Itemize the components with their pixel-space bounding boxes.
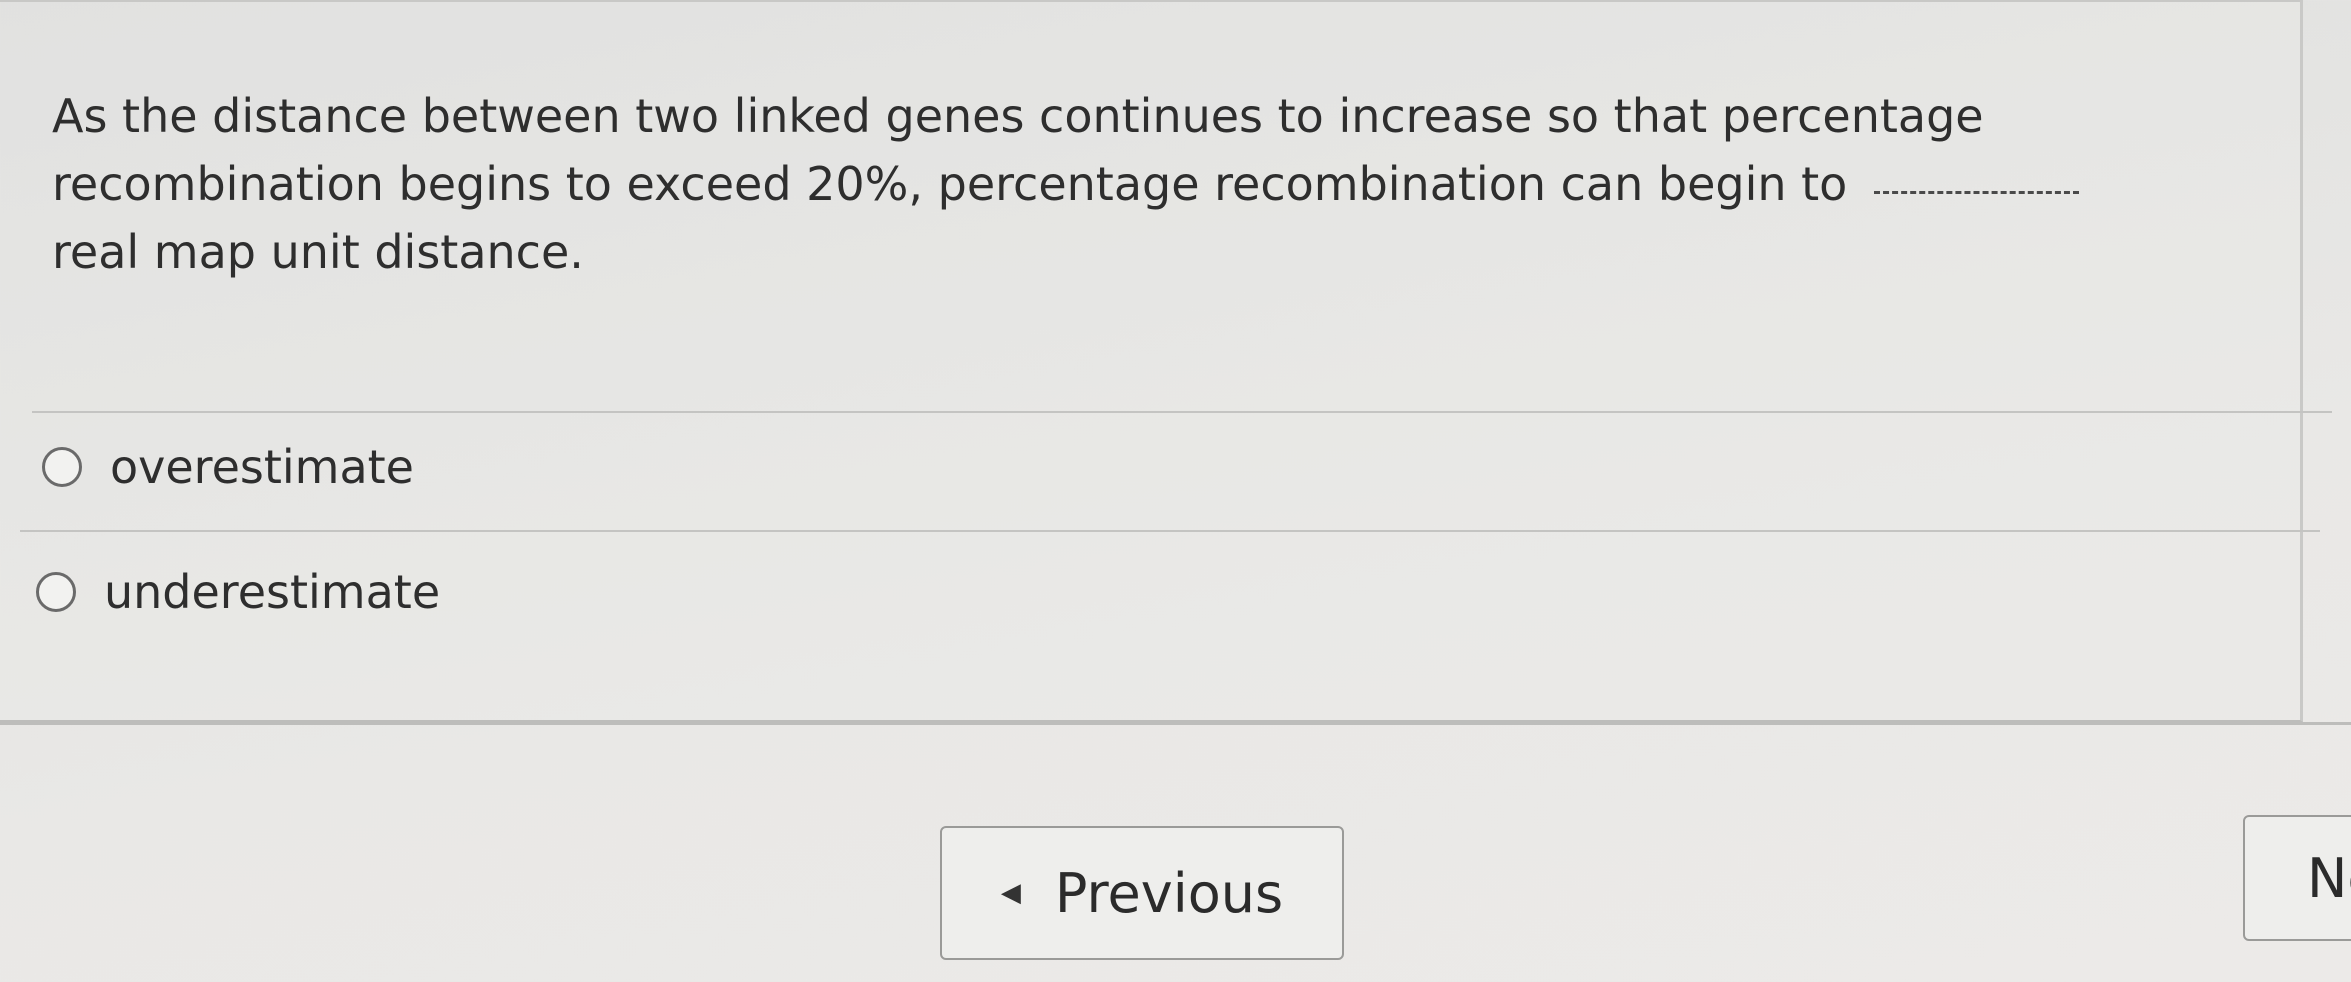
option-label-underestimate: underestimate <box>104 565 441 619</box>
question-text-before-blank: As the distance between two linked genes… <box>52 89 1984 211</box>
answer-blank <box>1873 181 2079 194</box>
question-card: As the distance between two linked genes… <box>0 0 2332 722</box>
radio-overestimate[interactable] <box>42 447 82 487</box>
option-divider-middle <box>20 530 2320 532</box>
option-divider-top <box>32 411 2332 413</box>
question-prompt: As the distance between two linked genes… <box>52 82 2202 286</box>
top-divider <box>0 0 2300 2</box>
option-label-overestimate: overestimate <box>110 440 414 494</box>
next-button-label: Ne <box>2307 846 2351 910</box>
radio-underestimate[interactable] <box>36 572 76 612</box>
footer-divider <box>0 722 2351 725</box>
option-overestimate[interactable]: overestimate <box>42 440 414 494</box>
next-button[interactable]: Ne <box>2243 815 2351 941</box>
option-underestimate[interactable]: underestimate <box>36 565 440 619</box>
caret-left-icon: ◀ <box>1000 878 1021 908</box>
previous-button-label: Previous <box>1054 861 1284 925</box>
previous-button[interactable]: ◀ Previous <box>940 826 1344 960</box>
question-text-after-blank: real map unit distance. <box>52 225 584 279</box>
